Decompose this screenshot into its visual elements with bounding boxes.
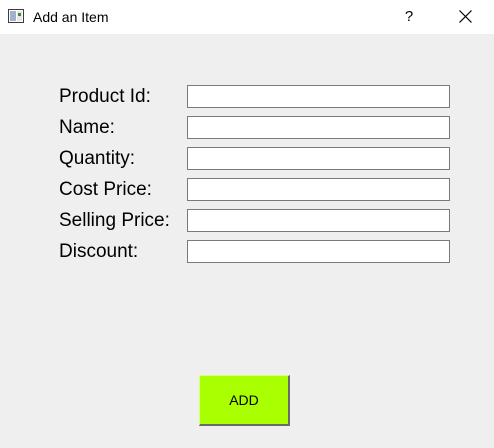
name-input[interactable] — [187, 116, 450, 139]
product-id-input[interactable] — [187, 85, 450, 108]
cost-price-label: Cost Price: — [59, 179, 152, 200]
add-button[interactable]: ADD — [199, 375, 290, 426]
name-label: Name: — [59, 117, 115, 138]
close-icon — [459, 10, 472, 23]
quantity-label: Quantity: — [59, 148, 136, 169]
selling-price-input[interactable] — [187, 209, 450, 232]
cost-price-input[interactable] — [187, 178, 450, 201]
discount-label: Discount: — [59, 241, 139, 262]
discount-input[interactable] — [187, 240, 450, 263]
window-title: Add an Item — [33, 9, 109, 25]
window-icon — [8, 9, 24, 23]
quantity-row: Quantity: — [0, 147, 494, 171]
selling-price-row: Selling Price: — [0, 209, 494, 233]
close-button[interactable] — [450, 0, 482, 34]
selling-price-label: Selling Price: — [59, 210, 170, 231]
help-button[interactable]: ? — [394, 0, 424, 34]
title-bar: Add an Item ? — [0, 0, 494, 34]
name-row: Name: — [0, 116, 494, 140]
product-id-label: Product Id: — [59, 86, 151, 107]
discount-row: Discount: — [0, 240, 494, 264]
cost-price-row: Cost Price: — [0, 178, 494, 202]
product-id-row: Product Id: — [0, 85, 494, 109]
quantity-input[interactable] — [187, 147, 450, 170]
